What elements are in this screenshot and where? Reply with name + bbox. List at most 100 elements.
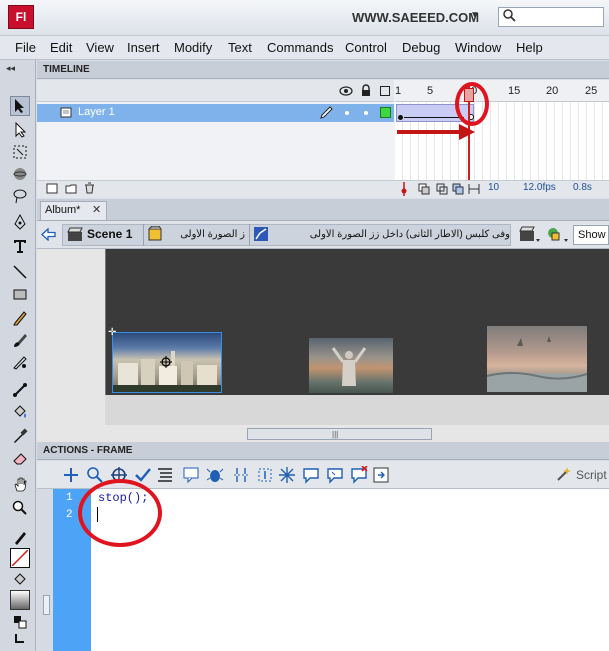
menu-window[interactable]: Window	[455, 40, 501, 55]
menu-help[interactable]: Help	[516, 40, 543, 55]
fps-value[interactable]: 12.0fps	[523, 182, 556, 193]
lock-dot[interactable]	[364, 111, 368, 115]
text-tool-icon[interactable]	[10, 236, 30, 256]
onion-skin-icon[interactable]	[418, 183, 430, 195]
close-icon[interactable]: ✕	[92, 203, 101, 216]
modify-markers-icon[interactable]	[468, 183, 480, 195]
apply-line-comment-icon[interactable]	[326, 466, 344, 484]
fill-bucket-icon[interactable]	[10, 570, 30, 590]
chevron-down-icon[interactable]: ▼	[470, 10, 480, 21]
zoom-tool-icon[interactable]	[10, 498, 30, 518]
collapse-between-braces-icon[interactable]	[232, 466, 250, 484]
outline-toggle-icon[interactable]	[380, 86, 390, 96]
document-tab-bar	[37, 199, 609, 221]
auto-format-icon[interactable]	[156, 466, 174, 484]
script-editor[interactable]	[91, 489, 609, 651]
bone-tool-icon[interactable]	[10, 380, 30, 400]
frame-number: 15	[508, 85, 521, 97]
subselection-tool-icon[interactable]	[10, 120, 30, 140]
back-arrow-icon[interactable]	[41, 228, 56, 241]
actions-toolbox-collapsed[interactable]	[37, 489, 53, 651]
frame-number: 20	[546, 85, 559, 97]
flash-logo-icon: Fl	[8, 5, 34, 29]
menu-modify[interactable]: Modify	[174, 40, 212, 55]
search-icon	[503, 9, 516, 22]
stroke-color-icon[interactable]	[10, 528, 30, 548]
free-transform-tool-icon[interactable]	[10, 142, 30, 162]
show-hide-toolbox-icon[interactable]	[372, 466, 390, 484]
debug-options-icon[interactable]	[206, 466, 224, 484]
script-assist-icon[interactable]	[556, 466, 572, 482]
pencil-tool-icon[interactable]	[10, 308, 30, 328]
menu-edit[interactable]: Edit	[50, 40, 72, 55]
line-tool-icon[interactable]	[10, 262, 30, 282]
menu-view[interactable]: View	[86, 40, 114, 55]
menu-file[interactable]: File	[15, 40, 36, 55]
rectangle-tool-icon[interactable]	[10, 284, 30, 304]
pencil-edit-icon[interactable]	[320, 106, 333, 119]
line-number: 1	[66, 492, 73, 504]
eye-icon[interactable]	[339, 85, 353, 97]
scene-label[interactable]: Scene 1	[87, 227, 132, 241]
add-statement-icon[interactable]	[62, 466, 80, 484]
new-folder-icon[interactable]	[65, 183, 77, 194]
document-tab-label[interactable]: Album*	[45, 204, 80, 216]
deco-tool-icon[interactable]	[10, 352, 30, 372]
stage-border	[105, 249, 106, 395]
trash-icon[interactable]	[84, 182, 95, 194]
timeline-header	[37, 61, 609, 79]
selection-tool-icon[interactable]	[10, 96, 30, 116]
edit-symbols-icon[interactable]	[546, 226, 570, 244]
visibility-dot[interactable]	[345, 111, 349, 115]
lock-icon[interactable]	[361, 84, 371, 97]
hand-tool-icon[interactable]	[10, 474, 30, 494]
menu-control[interactable]: Control	[345, 40, 387, 55]
horizontal-scrollbar[interactable]	[247, 428, 432, 440]
apply-block-comment-icon[interactable]	[302, 466, 320, 484]
swap-colors-icon[interactable]	[10, 612, 30, 632]
snap-icon[interactable]	[10, 630, 30, 650]
edit-scene-icon[interactable]	[519, 226, 541, 244]
pasteboard	[105, 395, 609, 425]
3d-rotation-tool-icon[interactable]	[10, 164, 30, 184]
fill-color-swatch[interactable]	[10, 548, 30, 568]
breadcrumb-item-2[interactable]: وفى كلبس (الاطار الثانى) داخل زز الصورة …	[272, 229, 510, 240]
onion-skin-outline-icon[interactable]	[436, 183, 448, 195]
remove-comment-icon[interactable]	[350, 466, 368, 484]
menu-text[interactable]: Text	[228, 40, 252, 55]
current-frame-value[interactable]: 10	[488, 182, 499, 193]
menu-commands[interactable]: Commands	[267, 40, 333, 55]
collapse-selection-icon[interactable]	[256, 466, 274, 484]
expand-all-icon[interactable]	[278, 466, 296, 484]
movie-clip-icon	[148, 226, 162, 241]
figure-photo[interactable]	[309, 338, 393, 393]
expand-toolbox-handle[interactable]	[43, 595, 50, 615]
crumb-divider	[143, 224, 144, 246]
sky-photo[interactable]	[487, 326, 587, 392]
collapse-arrows-icon[interactable]: ◂◂	[6, 63, 15, 74]
code-hint-icon[interactable]	[182, 466, 200, 484]
menu-debug[interactable]: Debug	[402, 40, 440, 55]
layer-color-swatch[interactable]	[380, 107, 391, 118]
eraser-tool-icon[interactable]	[10, 448, 30, 468]
pen-tool-icon[interactable]	[10, 212, 30, 232]
layer-name[interactable]: Layer 1	[78, 106, 115, 118]
lasso-tool-icon[interactable]	[10, 186, 30, 206]
edit-multiple-frames-icon[interactable]	[452, 183, 464, 195]
graphic-symbol-icon	[254, 227, 268, 241]
script-assist-label[interactable]: Script	[576, 468, 607, 482]
new-layer-icon[interactable]	[46, 183, 58, 194]
eyedropper-tool-icon[interactable]	[10, 426, 30, 446]
brush-tool-icon[interactable]	[10, 330, 30, 350]
color-gradient-swatch[interactable]	[10, 590, 30, 610]
arrow-head-icon	[459, 124, 475, 140]
breadcrumb-item-1[interactable]: ز الصورة الأولى	[165, 229, 245, 240]
menu-insert[interactable]: Insert	[127, 40, 160, 55]
paint-bucket-tool-icon[interactable]	[10, 402, 30, 422]
annotation-circle-frame	[455, 82, 489, 126]
center-frame-icon[interactable]	[400, 182, 408, 196]
keyframe-dot[interactable]	[398, 115, 403, 120]
sky-illustration	[487, 336, 587, 392]
timeline-title: TIMELINE	[43, 64, 90, 75]
zoom-select[interactable]: Show	[573, 225, 609, 245]
